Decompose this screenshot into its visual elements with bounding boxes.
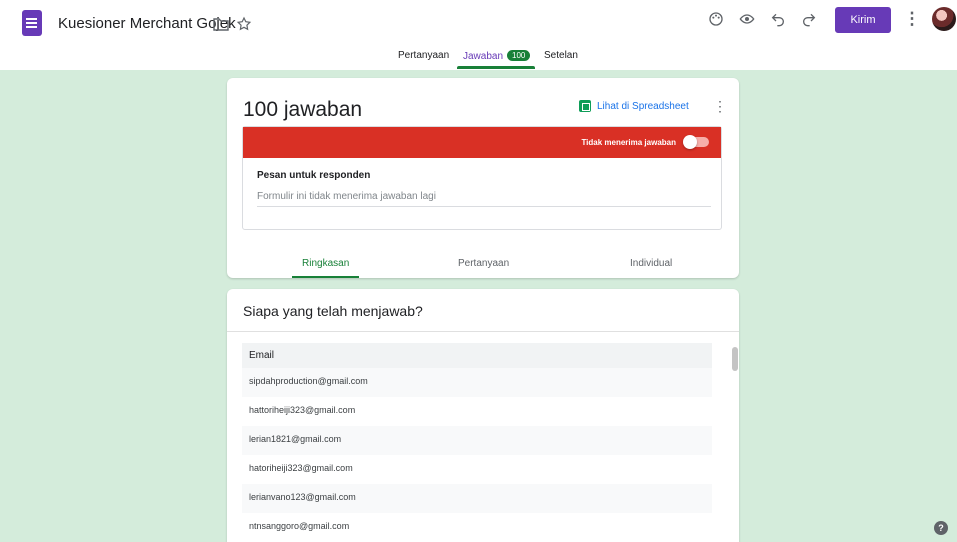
not-accepting-label: Tidak menerima jawaban (581, 138, 676, 147)
list-item: sipdahproduction@gmail.com (242, 368, 712, 397)
responses-more-icon[interactable]: ⋮ (713, 98, 727, 115)
tab-responses[interactable]: Jawaban 100 (463, 50, 531, 62)
response-count-badge: 100 (507, 50, 531, 61)
list-item: ntnsanggoro@gmail.com (249, 521, 350, 531)
respondent-message-field[interactable]: Formulir ini tidak menerima jawaban lagi (257, 189, 711, 207)
undo-icon[interactable] (767, 8, 789, 30)
email-column-header: Email (242, 343, 712, 368)
avatar[interactable] (932, 7, 956, 31)
response-view-tabs: Ringkasan Pertanyaan Individual (227, 254, 739, 278)
more-options-icon[interactable]: ⋮ (901, 8, 923, 30)
tab-individual[interactable]: Individual (630, 258, 672, 269)
palette-icon[interactable] (705, 8, 727, 30)
responses-summary-card: 100 jawaban Lihat di Spreadsheet ⋮ Tidak… (227, 78, 739, 278)
email-list-scrollbar[interactable] (732, 347, 738, 371)
list-item: lerian1821@gmail.com (242, 426, 712, 455)
document-title[interactable]: Kuesioner Merchant Gojek (58, 15, 236, 32)
preview-eye-icon[interactable] (736, 8, 758, 30)
list-item: hattoriheiji323@gmail.com (249, 405, 356, 415)
toggle-knob (683, 135, 697, 149)
divider (227, 331, 739, 332)
tab-questions-label: Pertanyaan (398, 50, 450, 61)
tab-summary[interactable]: Ringkasan (302, 258, 349, 269)
respondent-message-label: Pesan untuk responden (257, 170, 371, 181)
list-item: hatoriheiji323@gmail.com (249, 463, 353, 473)
tab-responses-label: Jawaban (463, 51, 504, 62)
star-icon[interactable] (233, 13, 255, 35)
folder-icon[interactable] (210, 13, 232, 35)
active-tab-indicator (457, 66, 535, 69)
response-count-heading: 100 jawaban (243, 98, 363, 121)
redo-icon[interactable] (798, 8, 820, 30)
send-button[interactable]: Kirim (835, 7, 891, 33)
tab-questions[interactable]: Pertanyaan (398, 50, 449, 61)
tab-question-view[interactable]: Pertanyaan (458, 258, 509, 269)
list-item: lerianvano123@gmail.com (242, 484, 712, 513)
email-list[interactable]: Email sipdahproduction@gmail.com hattori… (242, 343, 712, 542)
view-in-sheets-label: Lihat di Spreadsheet (597, 100, 689, 112)
top-bar: Kuesioner Merchant Gojek Kirim ⋮ Pertany… (0, 0, 957, 70)
tab-settings-label: Setelan (544, 50, 578, 61)
closed-form-panel: Tidak menerima jawaban Pesan untuk respo… (242, 126, 722, 230)
who-responded-title: Siapa yang telah menjawab? (243, 303, 423, 319)
spreadsheet-icon (579, 100, 591, 112)
active-subtab-indicator (292, 276, 359, 278)
who-responded-card: Siapa yang telah menjawab? Email sipdahp… (227, 289, 739, 542)
tab-settings[interactable]: Setelan (544, 50, 578, 61)
forms-logo-icon[interactable] (22, 10, 42, 36)
not-accepting-banner: Tidak menerima jawaban (243, 127, 721, 158)
accepting-responses-toggle[interactable] (683, 135, 709, 149)
view-in-sheets-link[interactable]: Lihat di Spreadsheet (579, 100, 689, 112)
help-icon[interactable]: ? (934, 521, 948, 535)
